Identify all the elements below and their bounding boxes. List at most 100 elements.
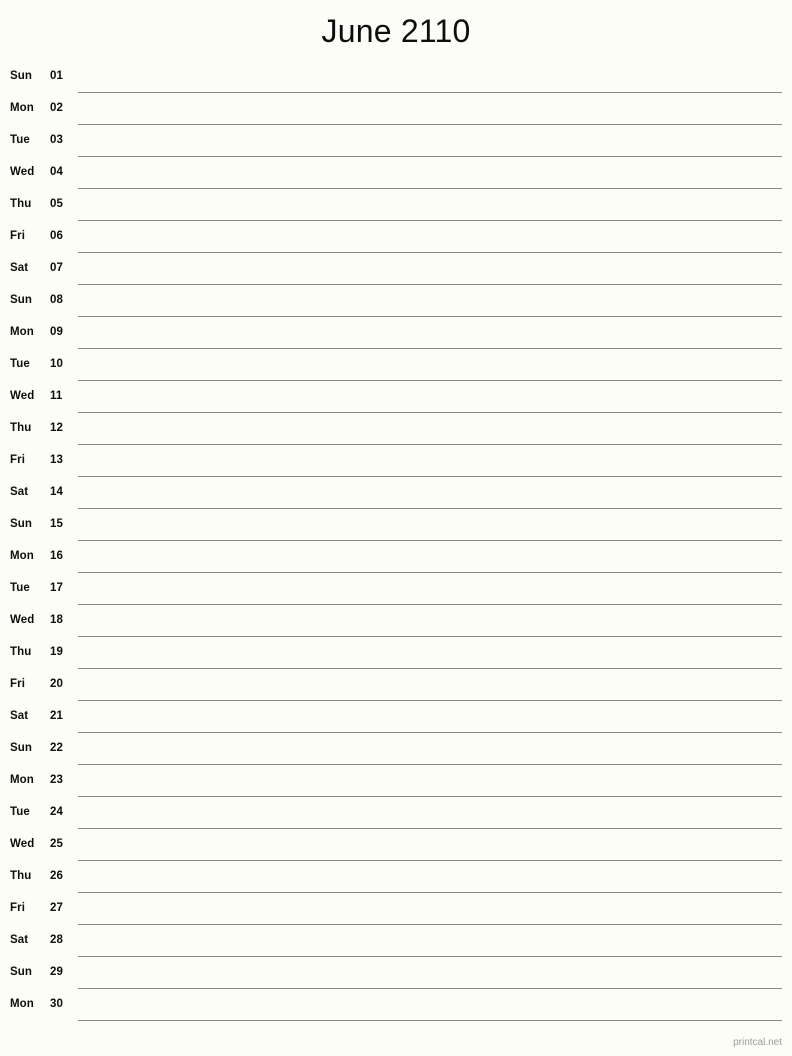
day-of-week-label: Tue xyxy=(10,805,30,818)
day-notes-line[interactable] xyxy=(78,573,782,605)
day-of-week-label: Sun xyxy=(10,965,33,978)
day-number-label: 17 xyxy=(50,581,63,594)
day-number-label: 07 xyxy=(50,261,63,274)
day-notes-line[interactable] xyxy=(78,989,782,1021)
day-of-week-label: Tue xyxy=(10,357,30,370)
day-number-label: 16 xyxy=(50,549,63,562)
day-notes-line[interactable] xyxy=(78,829,782,861)
calendar-page: June 2110 Sun 01 Mon 02 Tue 03 Wed 04 Thu 05 Fri 06… xyxy=(0,0,792,1056)
day-of-week-label: Sat xyxy=(10,709,29,722)
day-notes-line[interactable] xyxy=(78,701,782,733)
day-notes-line[interactable] xyxy=(78,925,782,957)
day-of-week-label: Wed xyxy=(10,837,35,850)
day-number-label: 24 xyxy=(50,805,63,818)
day-of-week-label: Mon xyxy=(10,325,34,338)
day-row: Sun 15 xyxy=(10,509,782,541)
day-row: Mon 02 xyxy=(10,93,782,125)
day-of-week-label: Fri xyxy=(10,901,25,914)
day-number-label: 18 xyxy=(50,613,63,626)
day-notes-line[interactable] xyxy=(78,61,782,93)
day-notes-line[interactable] xyxy=(78,541,782,573)
day-notes-line[interactable] xyxy=(78,413,782,445)
day-notes-line[interactable] xyxy=(78,445,782,477)
day-row: Tue 10 xyxy=(10,349,782,381)
day-notes-line[interactable] xyxy=(78,125,782,157)
day-of-week-label: Thu xyxy=(10,421,32,434)
day-notes-line[interactable] xyxy=(78,605,782,637)
day-of-week-label: Wed xyxy=(10,613,35,626)
day-of-week-label: Thu xyxy=(10,645,32,658)
day-of-week-label: Wed xyxy=(10,389,35,402)
day-notes-line[interactable] xyxy=(78,221,782,253)
day-of-week-label: Fri xyxy=(10,453,25,466)
day-row: Fri 27 xyxy=(10,893,782,925)
day-number-label: 25 xyxy=(50,837,63,850)
day-row: Wed 04 xyxy=(10,157,782,189)
day-number-label: 03 xyxy=(50,133,63,146)
day-number-label: 27 xyxy=(50,901,63,914)
day-row-list: Sun 01 Mon 02 Tue 03 Wed 04 Thu 05 Fri 06 Sat 07 Sun 08… xyxy=(0,61,792,1021)
day-row: Mon 30 xyxy=(10,989,782,1021)
day-of-week-label: Fri xyxy=(10,677,25,690)
day-of-week-label: Sun xyxy=(10,293,33,306)
day-row: Fri 06 xyxy=(10,221,782,253)
day-number-label: 19 xyxy=(50,645,63,658)
day-number-label: 20 xyxy=(50,677,63,690)
footer-credit: printcal.net xyxy=(733,1037,782,1048)
day-of-week-label: Mon xyxy=(10,549,34,562)
day-row: Fri 20 xyxy=(10,669,782,701)
day-row: Sat 07 xyxy=(10,253,782,285)
day-row: Tue 17 xyxy=(10,573,782,605)
day-number-label: 12 xyxy=(50,421,63,434)
day-row: Sun 01 xyxy=(10,61,782,93)
day-row: Thu 19 xyxy=(10,637,782,669)
day-number-label: 04 xyxy=(50,165,63,178)
day-notes-line[interactable] xyxy=(78,253,782,285)
day-notes-line[interactable] xyxy=(78,957,782,989)
day-notes-line[interactable] xyxy=(78,861,782,893)
day-notes-line[interactable] xyxy=(78,157,782,189)
day-of-week-label: Mon xyxy=(10,773,34,786)
day-of-week-label: Thu xyxy=(10,197,32,210)
day-of-week-label: Thu xyxy=(10,869,32,882)
day-notes-line[interactable] xyxy=(78,189,782,221)
day-number-label: 02 xyxy=(50,101,63,114)
day-number-label: 05 xyxy=(50,197,63,210)
day-notes-line[interactable] xyxy=(78,381,782,413)
day-of-week-label: Tue xyxy=(10,133,30,146)
day-row: Thu 12 xyxy=(10,413,782,445)
day-number-label: 15 xyxy=(50,517,63,530)
day-of-week-label: Fri xyxy=(10,229,25,242)
day-row: Sun 29 xyxy=(10,957,782,989)
day-notes-line[interactable] xyxy=(78,285,782,317)
day-number-label: 22 xyxy=(50,741,63,754)
day-row: Thu 05 xyxy=(10,189,782,221)
day-notes-line[interactable] xyxy=(78,733,782,765)
day-row: Mon 23 xyxy=(10,765,782,797)
day-row: Tue 03 xyxy=(10,125,782,157)
day-row: Wed 18 xyxy=(10,605,782,637)
day-of-week-label: Sun xyxy=(10,69,33,82)
day-notes-line[interactable] xyxy=(78,637,782,669)
day-notes-line[interactable] xyxy=(78,477,782,509)
day-of-week-label: Mon xyxy=(10,997,34,1010)
day-notes-line[interactable] xyxy=(78,669,782,701)
day-notes-line[interactable] xyxy=(78,349,782,381)
day-number-label: 28 xyxy=(50,933,63,946)
day-notes-line[interactable] xyxy=(78,509,782,541)
day-notes-line[interactable] xyxy=(78,317,782,349)
day-number-label: 09 xyxy=(50,325,63,338)
day-notes-line[interactable] xyxy=(78,797,782,829)
day-number-label: 29 xyxy=(50,965,63,978)
day-number-label: 10 xyxy=(50,357,63,370)
day-row: Sat 28 xyxy=(10,925,782,957)
day-row: Sun 08 xyxy=(10,285,782,317)
day-number-label: 13 xyxy=(50,453,63,466)
day-notes-line[interactable] xyxy=(78,765,782,797)
day-number-label: 08 xyxy=(50,293,63,306)
day-notes-line[interactable] xyxy=(78,93,782,125)
page-title: June 2110 xyxy=(321,13,471,49)
day-notes-line[interactable] xyxy=(78,893,782,925)
day-number-label: 30 xyxy=(50,997,63,1010)
day-of-week-label: Sat xyxy=(10,933,29,946)
